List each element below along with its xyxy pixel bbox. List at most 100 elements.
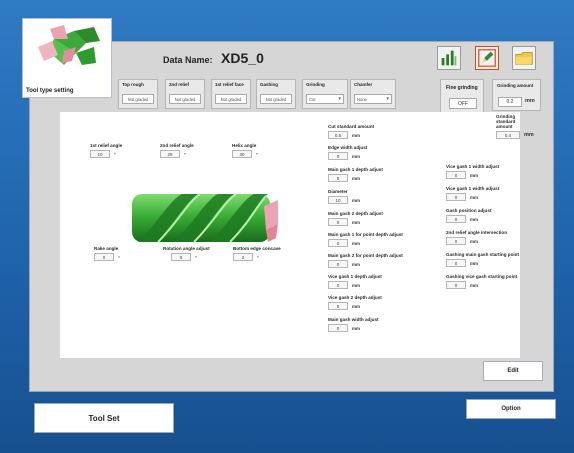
grinding-standard-field: Grinding standard amount 0.4 mm	[496, 114, 534, 139]
first-relief-face-title: 1st relief face	[215, 82, 244, 87]
vice-gash-1-depth-adjust-field: Vice gash 1 depth adjust 0 mm	[328, 274, 382, 289]
main-gash-2-point-depth-adjust-field: Main gash 2 for point depth adjust 0 mm	[328, 253, 403, 268]
chamfer-box[interactable]: Chamfer None	[350, 79, 396, 109]
gash-position-adjust-label: Gash position adjust	[446, 208, 492, 213]
gashing-vice-gash-starting-point-field: Gashing vice gash starting point 0 mm	[446, 274, 517, 289]
vice-gash-1-width-adjust-input[interactable]: 0	[446, 171, 466, 179]
cut-standard-amount-input[interactable]: 0.5	[328, 131, 348, 139]
grinding-select[interactable]: Cut	[306, 94, 344, 104]
edge-width-adjust-label: Edge width adjust	[328, 145, 368, 150]
top-rough-value[interactable]: Not graded	[122, 94, 154, 104]
helix-angle-input[interactable]: 30	[232, 150, 252, 158]
vice-gash-1-depth-adjust-unit: mm	[352, 282, 361, 288]
data-name-label: Data Name:	[163, 55, 213, 65]
first-relief-angle-input[interactable]: 10	[90, 150, 110, 158]
grinding-amount-box: Grinding amount 0.2 mm	[492, 79, 541, 111]
main-gash-2-depth-adjust-unit: mm	[352, 219, 361, 225]
rotation-angle-adjust-field: Rotation angle adjust 0 °	[163, 246, 210, 261]
tool-type-setting-card[interactable]: Tool type setting	[22, 18, 112, 98]
rotation-angle-adjust-unit: °	[195, 254, 197, 260]
main-gash-width-adjust-unit: mm	[352, 325, 361, 331]
main-gash-1-depth-adjust-label: Main gash 1 depth adjust	[328, 167, 383, 172]
edit-pencil-button[interactable]	[475, 46, 499, 70]
main-gash-2-point-depth-adjust-label: Main gash 2 for point depth adjust	[328, 253, 403, 258]
grinding-amount-unit: mm	[525, 98, 535, 104]
bottom-edge-concave-unit: °	[257, 254, 259, 260]
second-relief-box[interactable]: 2nd relief Not graded	[165, 79, 205, 109]
top-rough-title: Top rough	[122, 82, 144, 87]
diameter-label: Diameter	[328, 189, 348, 194]
edit-button[interactable]: Edit	[483, 361, 543, 381]
vice-gash-2-depth-adjust-field: Vice gash 2 depth adjust 0 mm	[328, 295, 382, 310]
grinding-box[interactable]: Grinding Cut	[302, 79, 348, 109]
main-gash-2-point-depth-adjust-input[interactable]: 0	[328, 260, 348, 268]
first-relief-angle-unit: °	[114, 151, 116, 157]
main-gash-1-point-depth-adjust-input[interactable]: 0	[328, 239, 348, 247]
vice-gash-2-depth-adjust-label: Vice gash 2 depth adjust	[328, 295, 382, 300]
diameter-input[interactable]: 10	[328, 196, 348, 204]
grinding-amount-input[interactable]: 0.2	[498, 97, 522, 107]
first-relief-angle-field: 1st relief angle 10 °	[90, 143, 122, 158]
cut-standard-amount-unit: mm	[352, 132, 361, 138]
main-gash-2-point-depth-adjust-unit: mm	[352, 261, 361, 267]
edge-width-adjust-unit: mm	[352, 153, 361, 159]
data-name-display: Data Name: XD5_0	[163, 50, 264, 66]
bottom-edge-concave-input[interactable]: 2	[233, 253, 253, 261]
main-gash-1-depth-adjust-input[interactable]: 0	[328, 174, 348, 182]
grinding-standard-input[interactable]: 0.4	[496, 131, 520, 139]
second-relief-angle-label: 2nd relief angle	[160, 143, 194, 148]
diameter-unit: mm	[352, 197, 361, 203]
main-gash-1-point-depth-adjust-label: Main gash 1 for point depth adjust	[328, 232, 403, 237]
rotation-angle-adjust-label: Rotation angle adjust	[163, 246, 210, 251]
rake-angle-input[interactable]: 0	[94, 253, 114, 261]
open-folder-button[interactable]	[512, 46, 536, 70]
main-gash-width-adjust-input[interactable]: 0	[328, 324, 348, 332]
diameter-field: Diameter 10 mm	[328, 189, 360, 204]
tool-set-button[interactable]: Tool Set	[34, 403, 174, 433]
option-button[interactable]: Option	[466, 399, 556, 419]
gash-position-adjust-field: Gash position adjust 0 mm	[446, 208, 491, 223]
edge-width-adjust-field: Edge width adjust 0 mm	[328, 145, 367, 160]
pencil-edit-icon	[478, 49, 496, 67]
gashing-box[interactable]: Gashing Not graded	[256, 79, 296, 109]
vice-gash-1-depth-adjust-input[interactable]: 0	[328, 281, 348, 289]
main-gash-2-depth-adjust-label: Main gash 2 depth adjust	[328, 211, 383, 216]
vice-gash-1-width-adjust-2-input[interactable]: 0	[446, 193, 466, 201]
second-relief-angle-intersection-input[interactable]: 0	[446, 237, 466, 245]
gashing-main-gash-starting-point-input[interactable]: 0	[446, 259, 466, 267]
vice-gash-1-width-adjust-label: Vice gash 1 width adjust	[446, 164, 500, 169]
first-relief-face-value[interactable]: Not graded	[215, 94, 247, 104]
helix-angle-unit: °	[256, 151, 258, 157]
data-name-value: XD5_0	[221, 50, 264, 66]
main-gash-2-depth-adjust-input[interactable]: 0	[328, 218, 348, 226]
main-gash-1-point-depth-adjust-unit: mm	[352, 240, 361, 246]
fine-grinding-toggle[interactable]: OFF	[449, 98, 477, 109]
second-relief-angle-input[interactable]: 25	[160, 150, 180, 158]
rake-angle-unit: °	[118, 254, 120, 260]
gashing-main-gash-starting-point-label: Gashing main gash starting point	[446, 252, 519, 257]
gashing-value[interactable]: Not graded	[260, 94, 292, 104]
first-relief-angle-label: 1st relief angle	[90, 143, 123, 148]
vice-gash-2-depth-adjust-input[interactable]: 0	[328, 302, 348, 310]
vice-gash-1-width-adjust-field: Vice gash 1 width adjust 0 mm	[446, 164, 499, 179]
gashing-vice-gash-starting-point-unit: mm	[470, 282, 479, 288]
chart-button[interactable]	[437, 46, 461, 70]
rotation-angle-adjust-input[interactable]: 0	[171, 253, 191, 261]
gash-position-adjust-input[interactable]: 0	[446, 215, 466, 223]
grinding-standard-unit: mm	[524, 132, 534, 138]
rake-angle-field: Rake angle 0 °	[94, 246, 120, 261]
grinding-standard-label: Grinding standard amount	[496, 114, 516, 129]
first-relief-face-box[interactable]: 1st relief face Not graded	[211, 79, 251, 109]
main-gash-2-depth-adjust-field: Main gash 2 depth adjust 0 mm	[328, 211, 383, 226]
rake-angle-label: Rake angle	[94, 246, 119, 251]
second-relief-angle-unit: °	[184, 151, 186, 157]
gashing-vice-gash-starting-point-input[interactable]: 0	[446, 281, 466, 289]
vice-gash-2-depth-adjust-unit: mm	[352, 303, 361, 309]
end-mill-tool-icon	[38, 25, 100, 65]
second-relief-angle-intersection-label: 2nd relief angle intersection	[446, 230, 508, 235]
gashing-vice-gash-starting-point-label: Gashing vice gash starting point	[446, 274, 518, 279]
second-relief-value[interactable]: Not graded	[169, 94, 201, 104]
top-rough-box[interactable]: Top rough Not graded	[118, 79, 158, 109]
chamfer-select[interactable]: None	[354, 94, 392, 104]
edge-width-adjust-input[interactable]: 0	[328, 152, 348, 160]
